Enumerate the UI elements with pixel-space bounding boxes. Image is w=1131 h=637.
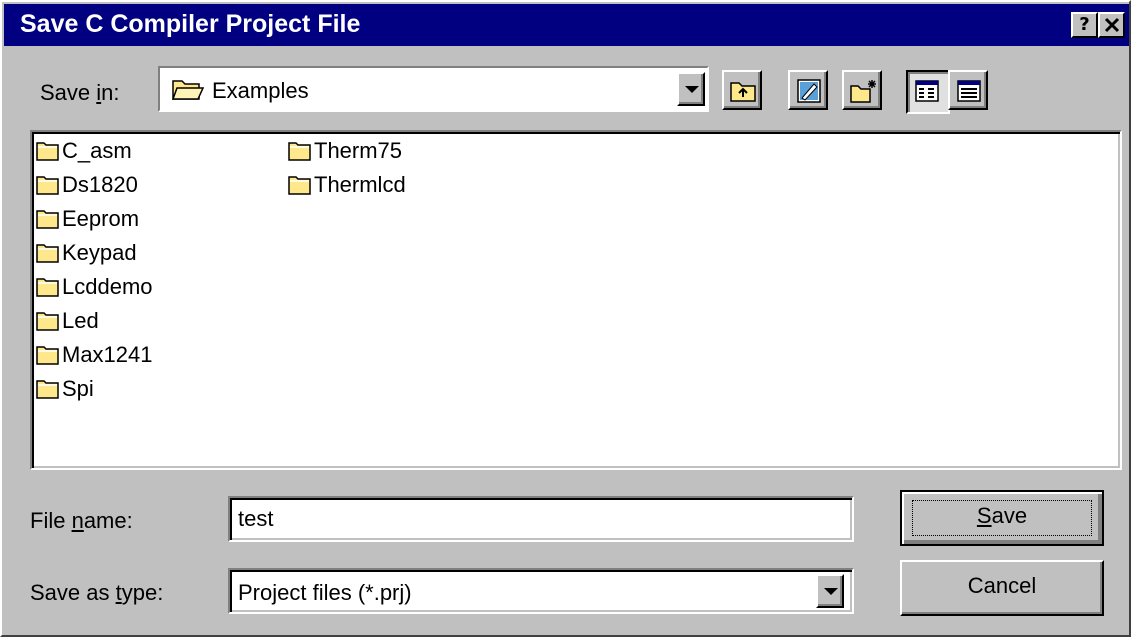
focus-ring (912, 500, 1092, 536)
details-view-button[interactable] (948, 70, 988, 110)
list-view-icon (915, 80, 939, 102)
create-new-folder-button[interactable] (842, 70, 882, 110)
close-icon (1104, 17, 1120, 33)
folder-name: Led (62, 308, 99, 333)
file-list[interactable]: C_asm Ds1820 Eeprom Keypad Lcddemo Led Max1241… (30, 130, 1122, 470)
file-name-field-frame (228, 496, 854, 542)
desktop-icon (797, 79, 821, 103)
folder-icon (36, 176, 59, 195)
folder-name: Max1241 (62, 342, 153, 367)
new-folder-icon (850, 80, 876, 103)
chevron-down-icon (824, 588, 838, 595)
folder-name: Ds1820 (62, 172, 138, 197)
save-in-label: Save in: (40, 80, 120, 105)
folder-name: Spi (62, 376, 94, 401)
file-name-label: File name: (30, 508, 133, 533)
folder-icon (288, 176, 311, 195)
cancel-button[interactable]: Cancel (900, 560, 1104, 616)
help-button[interactable]: ? (1071, 12, 1098, 38)
window-title: Save C Compiler Project File (20, 10, 361, 38)
save-button[interactable]: Save (900, 490, 1104, 546)
save-dialog: Save C Compiler Project File ? Save in: … (0, 0, 1131, 637)
open-folder-icon (172, 80, 204, 100)
file-name-input[interactable] (232, 500, 848, 538)
close-button[interactable] (1098, 12, 1125, 38)
folder-name: Eeprom (62, 206, 140, 231)
folder-icon (36, 210, 59, 229)
chevron-down-icon (685, 86, 699, 93)
save-as-type-select[interactable]: Project files (*.prj) (228, 568, 854, 614)
folder-name: Therm75 (314, 138, 403, 163)
folder-icon (36, 346, 59, 365)
folder-icon (36, 244, 59, 263)
up-one-level-button[interactable] (722, 70, 762, 110)
details-view-icon (957, 80, 981, 102)
save-as-type-label: Save as type: (30, 580, 164, 605)
folder-name: Thermlcd (314, 172, 406, 197)
desktop-button[interactable] (788, 70, 828, 110)
folder-icon (36, 312, 59, 331)
folder-name: Lcddemo (62, 274, 153, 299)
folder-name: C_asm (62, 138, 132, 163)
folder-icon (36, 278, 59, 297)
folder-icon (36, 380, 59, 399)
save-in-dropdown-button[interactable] (677, 72, 705, 106)
folder-icon (288, 142, 311, 161)
title-bar[interactable]: Save C Compiler Project File ? (4, 4, 1129, 46)
folder-up-icon (730, 82, 756, 102)
list-view-button[interactable] (906, 70, 950, 114)
save-as-type-value: Project files (*.prj) (238, 580, 412, 605)
save-as-type-dropdown-button[interactable] (816, 574, 844, 608)
folder-icon (36, 142, 59, 161)
save-in-combo[interactable]: Examples (158, 66, 709, 112)
folder-name: Keypad (62, 240, 137, 265)
save-in-value: Examples (212, 78, 309, 103)
